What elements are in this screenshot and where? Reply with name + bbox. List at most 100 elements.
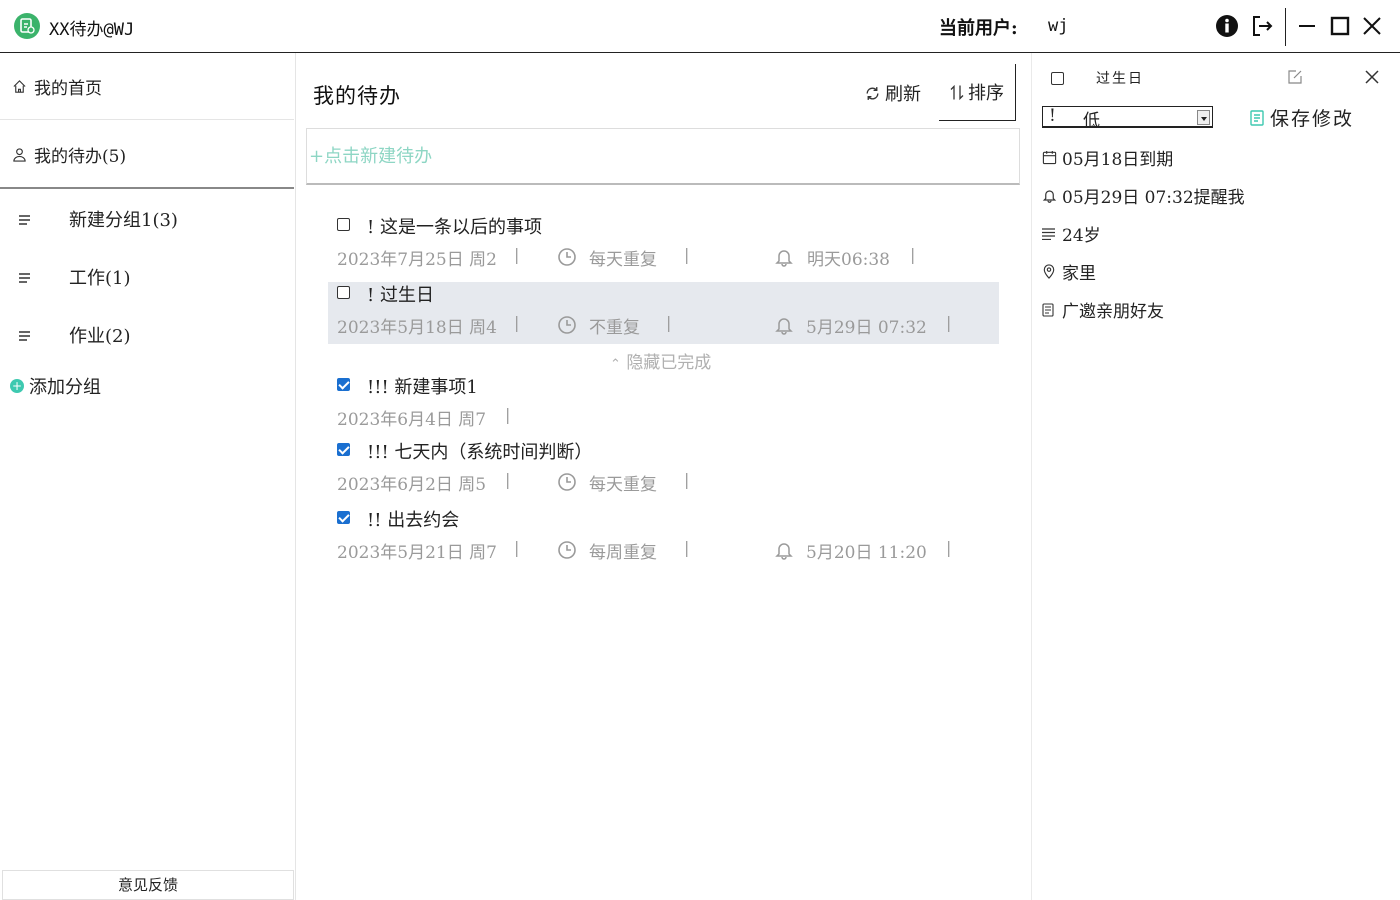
task-date: 2023年6月2日 周5 bbox=[337, 475, 487, 495]
sidebar: 我的首页 我的待办(5) 新建分组1(3) 工作(1) 作业(2) + 添加分组… bbox=[0, 53, 296, 900]
clock-icon bbox=[558, 248, 576, 266]
sidebar-item-home[interactable]: 我的首页 bbox=[0, 53, 294, 120]
current-user-name: wj bbox=[1048, 16, 1069, 36]
location-pin-icon bbox=[1042, 264, 1058, 279]
reminder-field[interactable]: 05月29日 07:32提醒我 bbox=[1042, 183, 1245, 208]
info-icon[interactable] bbox=[1213, 12, 1241, 40]
task-checkbox-checked[interactable] bbox=[337, 443, 350, 456]
sort-icon bbox=[950, 84, 964, 101]
maximize-icon[interactable] bbox=[1326, 12, 1354, 40]
task-repeat: 不重复 bbox=[589, 318, 640, 338]
task-remind: 明天06:38 bbox=[807, 250, 890, 270]
task-item[interactable]: ! 这是一条以后的事项 2023年7月25日 周2 | 每天重复 | 明天06:… bbox=[328, 214, 999, 276]
app-title: XX待办@WJ bbox=[49, 20, 135, 40]
note-field[interactable]: 24岁 bbox=[1042, 221, 1101, 246]
task-remind: 5月29日 07:32 bbox=[806, 318, 927, 338]
add-group-button[interactable]: + 添加分组 bbox=[10, 373, 101, 399]
group-label: 新建分组1(3) bbox=[69, 210, 178, 231]
group-label: 工作(1) bbox=[69, 268, 131, 289]
sidebar-group-item[interactable]: 工作(1) bbox=[0, 254, 294, 300]
detail-checkbox[interactable] bbox=[1051, 72, 1064, 85]
add-group-label: 添加分组 bbox=[29, 377, 101, 398]
description-text: 广邀亲朋好友 bbox=[1062, 302, 1164, 322]
location-field[interactable]: 家里 bbox=[1042, 259, 1096, 284]
hide-completed-label: 隐藏已完成 bbox=[626, 353, 712, 373]
task-checkbox-checked[interactable] bbox=[337, 378, 350, 391]
bell-icon bbox=[1042, 188, 1058, 203]
separator: | bbox=[946, 313, 952, 332]
sidebar-item-my-todos[interactable]: 我的待办(5) bbox=[0, 121, 294, 189]
separator: | bbox=[505, 470, 511, 489]
minimize-icon[interactable] bbox=[1293, 12, 1321, 40]
separator: | bbox=[666, 313, 672, 332]
save-button[interactable]: 保存修改 bbox=[1250, 104, 1354, 131]
refresh-button[interactable]: 刷新 bbox=[864, 80, 921, 106]
description-field[interactable]: 广邀亲朋好友 bbox=[1042, 297, 1164, 322]
task-item[interactable]: !!! 七天内（系统时间判断） 2023年6月2日 周5 | 每天重复 | bbox=[328, 439, 999, 501]
list-lines-icon bbox=[19, 209, 31, 230]
chevron-up-icon: ⌃ bbox=[610, 357, 621, 372]
reminder-text: 05月29日 07:32提醒我 bbox=[1062, 188, 1245, 208]
feedback-button[interactable]: 意见反馈 bbox=[2, 870, 294, 900]
task-title: ! 过生日 bbox=[367, 285, 434, 306]
separator: | bbox=[910, 245, 916, 264]
new-todo-input[interactable]: +点击新建待办 bbox=[306, 128, 1020, 185]
clock-icon bbox=[558, 473, 576, 491]
task-checkbox-checked[interactable] bbox=[337, 511, 350, 524]
sidebar-item-label: 我的首页 bbox=[34, 78, 102, 99]
list-lines-icon bbox=[19, 267, 31, 288]
separator: | bbox=[514, 313, 520, 332]
clock-icon bbox=[558, 316, 576, 334]
bell-icon bbox=[775, 318, 793, 335]
plus-circle-icon: + bbox=[10, 379, 24, 393]
location-text: 家里 bbox=[1062, 264, 1096, 284]
task-title: !!! 新建事项1 bbox=[367, 377, 478, 398]
home-icon bbox=[12, 79, 28, 94]
task-title: ! 这是一条以后的事项 bbox=[367, 217, 542, 238]
chevron-down-icon bbox=[1197, 110, 1210, 125]
task-item-selected[interactable]: ! 过生日 2023年5月18日 周4 | 不重复 | 5月29日 07:32 … bbox=[328, 282, 999, 344]
separator: | bbox=[946, 538, 952, 557]
task-checkbox[interactable] bbox=[337, 218, 350, 231]
save-icon bbox=[1250, 109, 1264, 126]
separator: | bbox=[514, 538, 520, 557]
current-user-label: 当前用户: bbox=[939, 18, 1018, 39]
close-panel-icon[interactable] bbox=[1364, 69, 1380, 85]
task-item[interactable]: !!! 新建事项1 2023年6月4日 周7 | bbox=[328, 374, 999, 436]
page-title: 我的待办 bbox=[313, 84, 401, 108]
hide-completed-toggle[interactable]: ⌃ 隐藏已完成 bbox=[610, 348, 711, 373]
priority-select[interactable]: ! 低 bbox=[1042, 106, 1213, 131]
separator: | bbox=[684, 470, 690, 489]
logout-icon[interactable] bbox=[1248, 12, 1276, 40]
titlebar-divider bbox=[1285, 8, 1286, 46]
clock-icon bbox=[558, 541, 576, 559]
edit-icon[interactable] bbox=[1287, 69, 1303, 85]
sidebar-group-item[interactable]: 新建分组1(3) bbox=[0, 196, 294, 242]
due-date-field[interactable]: 05月18日到期 bbox=[1042, 145, 1173, 170]
sort-label: 排序 bbox=[968, 83, 1004, 104]
list-lines-icon bbox=[19, 325, 31, 346]
task-title: !! 出去约会 bbox=[367, 510, 460, 531]
task-remind: 5月20日 11:20 bbox=[806, 543, 927, 563]
due-date-text: 05月18日到期 bbox=[1062, 150, 1174, 170]
sort-button[interactable]: 排序 bbox=[939, 64, 1016, 121]
text-lines-icon bbox=[1042, 227, 1058, 240]
detail-title[interactable]: 过生日 bbox=[1096, 68, 1144, 88]
bell-icon bbox=[775, 250, 793, 267]
task-item[interactable]: !! 出去约会 2023年5月21日 周7 | 每周重复 | 5月20日 11:… bbox=[328, 507, 999, 569]
close-icon[interactable] bbox=[1358, 12, 1386, 40]
task-repeat: 每天重复 bbox=[589, 250, 657, 270]
bell-icon bbox=[775, 543, 793, 560]
calendar-icon bbox=[1042, 150, 1058, 165]
title-bar: XX待办@WJ 当前用户: wj bbox=[0, 0, 1400, 53]
separator: | bbox=[684, 245, 690, 264]
task-checkbox[interactable] bbox=[337, 286, 350, 299]
task-repeat: 每周重复 bbox=[589, 543, 657, 563]
task-date: 2023年5月18日 周4 bbox=[337, 318, 497, 338]
separator: | bbox=[514, 245, 520, 264]
detail-panel bbox=[1031, 53, 1400, 900]
separator: | bbox=[684, 538, 690, 557]
task-repeat: 每天重复 bbox=[589, 475, 657, 495]
sidebar-group-item[interactable]: 作业(2) bbox=[0, 312, 294, 358]
group-label: 作业(2) bbox=[69, 326, 131, 347]
